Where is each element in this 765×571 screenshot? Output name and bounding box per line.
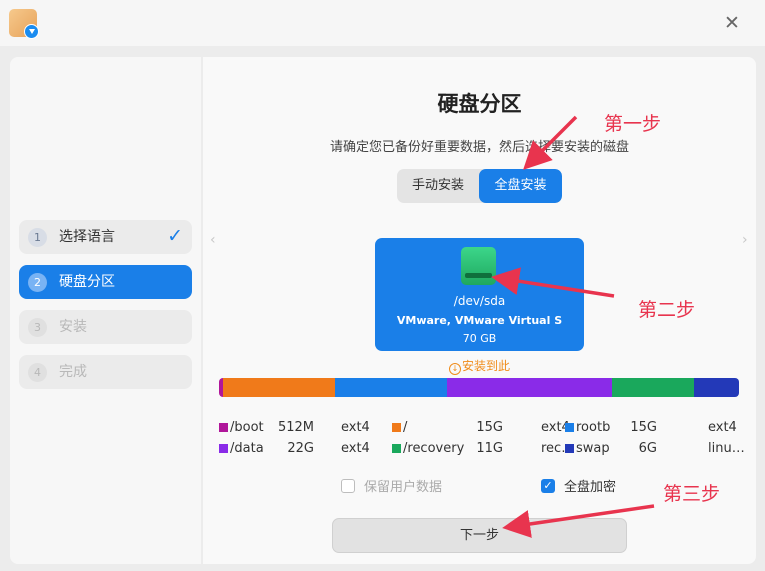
steps-sidebar: 1 选择语言 ✓ 2 硬盘分区 3 安装 4 完成 — [10, 57, 201, 564]
step-number: 1 — [28, 228, 47, 247]
hard-disk-icon — [461, 247, 496, 285]
install-here-label: ↓ 安装到此 — [380, 357, 579, 375]
close-icon[interactable]: ✕ — [721, 12, 743, 34]
download-circle-icon: ↓ — [448, 363, 461, 375]
partition-segment-2 — [334, 378, 448, 397]
checkmark-icon[interactable]: ✓ — [541, 479, 555, 493]
partition-size: 15G — [476, 420, 503, 435]
page-title: 硬盘分区 — [437, 92, 522, 116]
step-number: 3 — [28, 318, 47, 337]
annotation-step2: 第二步 — [638, 299, 696, 321]
partition-filesystem: ext4 — [341, 441, 370, 456]
annotation-step1: 第一步 — [604, 113, 662, 135]
legend-swatch — [392, 423, 401, 432]
partition-segment-5 — [694, 378, 739, 397]
disk-size: 70 GB — [462, 332, 497, 345]
legend-item: /15G ext4 — [392, 420, 570, 437]
partition-size: 6G — [638, 441, 657, 456]
annotation-step3: 第三步 — [663, 483, 721, 505]
partition-name: rootb — [576, 420, 611, 435]
step-label: 安装 — [59, 319, 87, 335]
legend-swatch — [565, 423, 574, 432]
legend-swatch — [219, 423, 228, 432]
chevron-right-icon[interactable]: › — [742, 232, 748, 248]
legend-item: /data 22G ext4 — [219, 441, 389, 458]
partition-name: swap — [576, 441, 610, 456]
partition-name: / — [403, 420, 408, 435]
install-mode-switch: 手动安装 全盘安装 — [397, 169, 562, 203]
partition-name: /data — [230, 441, 264, 456]
install-here-text: 安装到此 — [461, 359, 510, 373]
step-label: 硬盘分区 — [59, 274, 115, 290]
checkbox-label: 保留用户数据 — [364, 480, 443, 495]
partition-filesystem: ext4 — [341, 420, 370, 435]
partition-filesystem: linu… — [708, 441, 745, 456]
partition-legend: /boot 512M ext4 / 15G ext4 rootb 15G ext4/data 22… — [219, 420, 745, 464]
disk-model: VMware, VMware Virtual S — [396, 314, 563, 327]
partition-size: 512M — [277, 420, 314, 435]
step-install: 3 安装 — [19, 310, 192, 344]
download-badge-icon — [24, 24, 39, 39]
partition-name: /recovery — [403, 441, 465, 456]
installer-package-icon — [9, 9, 39, 39]
page-subtitle: 请确定您已备份好重要数据，然后选择要安装的磁盘 — [329, 140, 629, 155]
step-finish: 4 完成 — [19, 355, 192, 389]
tab-full-disk-install[interactable]: 全盘安装 — [479, 169, 562, 203]
step-label: 选择语言 — [59, 229, 115, 245]
partition-segment-3 — [447, 378, 612, 397]
partition-segment-4 — [611, 378, 695, 397]
step-number: 2 — [28, 273, 47, 292]
tab-manual-install[interactable]: 手动安装 — [397, 169, 479, 203]
legend-item: /recovery 11G rec… — [392, 441, 574, 458]
legend-item: /boot 512M ext4 — [219, 420, 389, 437]
full-disk-encryption-checkbox[interactable]: ✓ 全盘加密 — [541, 479, 641, 496]
step-number: 4 — [28, 363, 47, 382]
checkbox-label: 全盘加密 — [564, 480, 617, 495]
legend-item: swap 6G linu… — [565, 441, 745, 458]
step-disk-partition[interactable]: 2 硬盘分区 — [19, 265, 192, 299]
checkmark-icon: ✓ — [167, 225, 183, 247]
legend-swatch — [565, 444, 574, 453]
partition-bar — [219, 378, 739, 397]
title-bar: ✕ — [0, 0, 765, 46]
keep-user-data-checkbox[interactable]: 保留用户数据 — [341, 479, 481, 496]
partition-size: 15G — [630, 420, 657, 435]
step-label: 完成 — [59, 364, 87, 380]
legend-swatch — [392, 444, 401, 453]
step-select-language[interactable]: 1 选择语言 ✓ — [19, 220, 192, 254]
disk-card[interactable]: /dev/sda VMware, VMware Virtual S 70 GB — [375, 238, 584, 351]
checkbox-box[interactable] — [341, 479, 355, 493]
partition-filesystem: ext4 — [708, 420, 737, 435]
partition-size: 22G — [287, 441, 314, 456]
next-button[interactable]: 下一步 — [332, 518, 627, 553]
chevron-left-icon[interactable]: ‹ — [210, 232, 216, 248]
legend-swatch — [219, 444, 228, 453]
partition-size: 11G — [476, 441, 503, 456]
disk-name: /dev/sda — [453, 294, 506, 308]
legend-item: rootb 15G ext4 — [565, 420, 737, 437]
partition-name: /boot — [230, 420, 264, 435]
partition-segment-1 — [222, 378, 335, 397]
